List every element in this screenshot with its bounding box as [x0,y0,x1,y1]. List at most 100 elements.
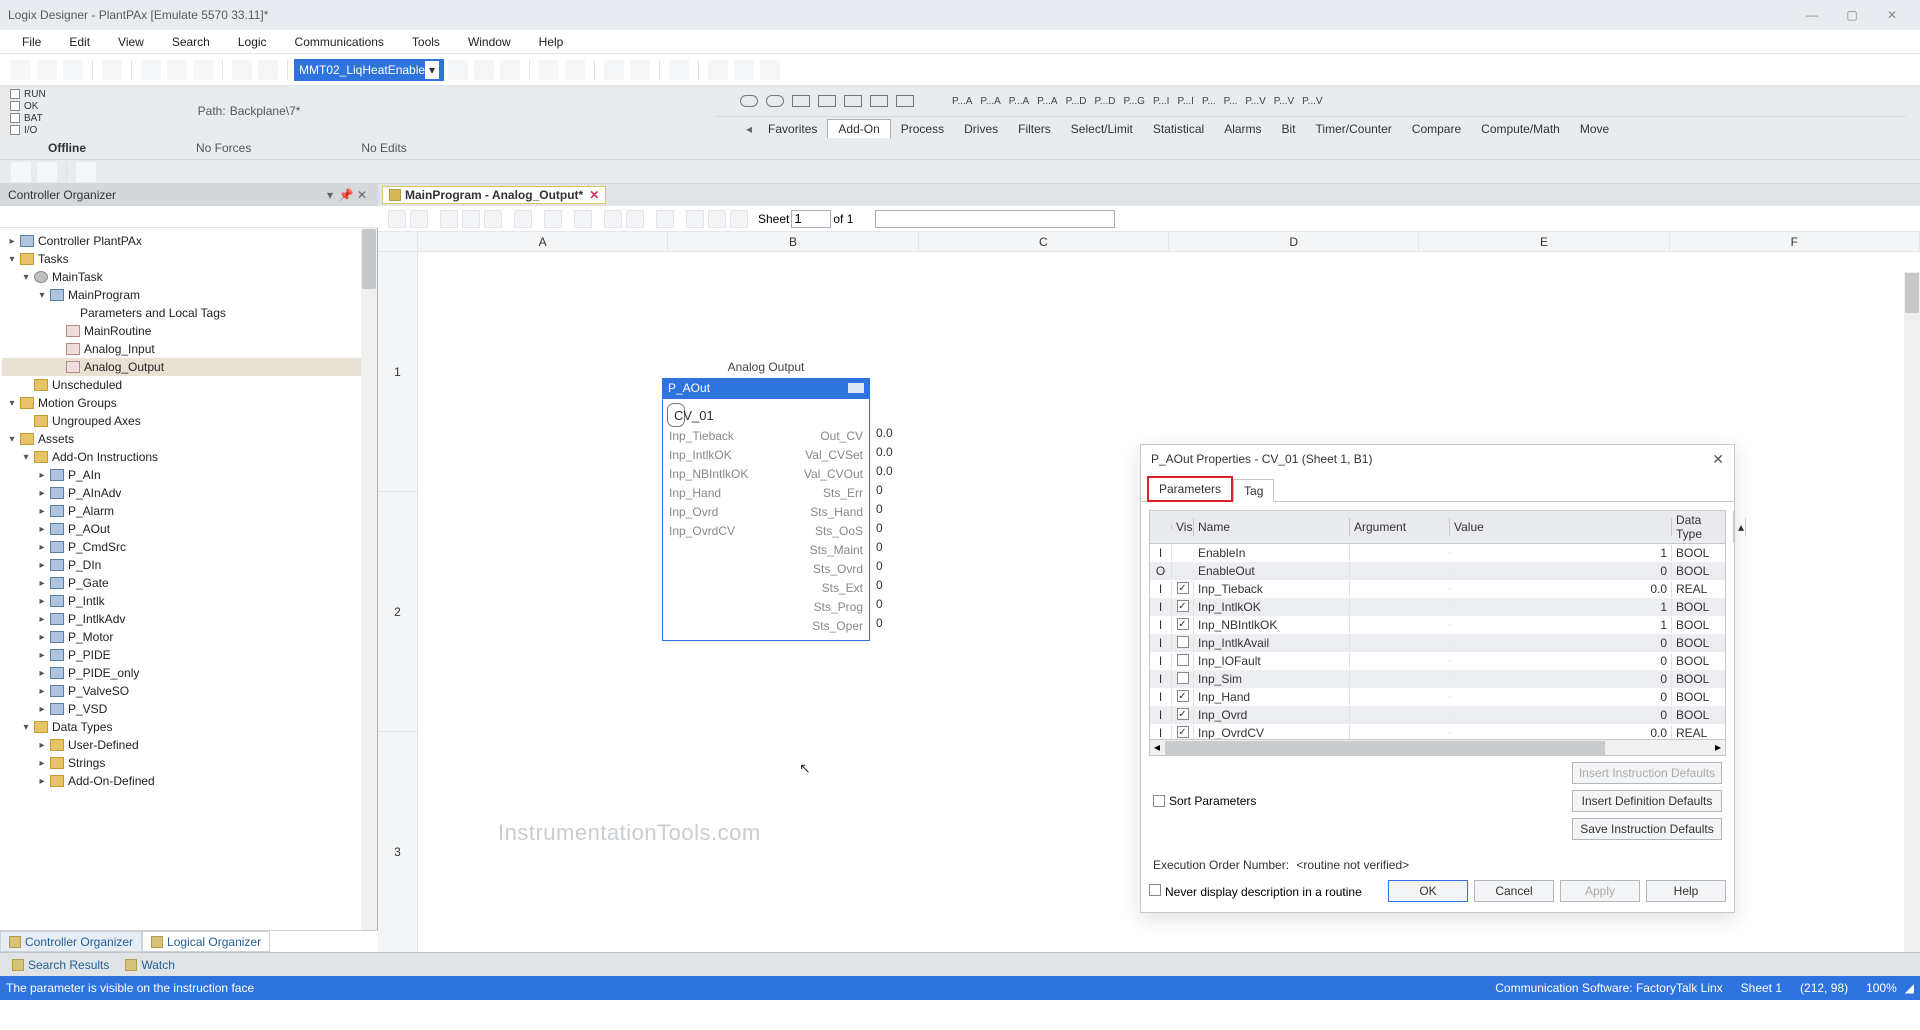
palette-scroll-left[interactable]: ◂ [746,122,752,136]
inst-item[interactable]: P... [1202,96,1216,107]
tag-dropdown[interactable]: MMT02_LiqHeatEnable [294,59,444,81]
organizer-dropdown[interactable]: ▾ [322,188,338,202]
tree-twisty[interactable]: ▸ [36,686,48,697]
tree-item[interactable]: Ungrouped Axes [2,412,375,430]
param-arg[interactable] [1350,696,1450,698]
palette-tab-favorites[interactable]: Favorites [758,120,827,138]
param-row[interactable]: IInp_IntlkAvail0BOOL [1150,634,1725,652]
tree-twisty[interactable]: ▸ [36,560,48,571]
param-val[interactable]: 1 [1450,599,1672,615]
new-icon[interactable] [11,60,31,80]
tree-twisty[interactable]: ▸ [36,632,48,643]
tree-item[interactable]: ▾Add-On Instructions [2,448,375,466]
et8-icon[interactable] [626,210,644,228]
grid-scroll-h[interactable]: ◂▸ [1149,740,1726,756]
param-val[interactable]: 0.0 [1450,725,1672,740]
editor-tab[interactable]: MainProgram - Analog_Output* ✕ [382,186,606,204]
col-val[interactable]: Value [1450,518,1672,536]
inst-item[interactable]: P...A [980,96,1000,107]
tool2-icon[interactable] [500,60,520,80]
inst-item[interactable]: P... [1224,96,1238,107]
tree-item[interactable]: ▸P_IntlkAdv [2,610,375,628]
forces-status[interactable]: No Forces [156,141,251,155]
param-row[interactable]: IInp_Hand0BOOL [1150,688,1725,706]
tree-twisty[interactable]: ▾ [36,290,48,301]
tree-twisty[interactable]: ▸ [36,650,48,661]
go-icon[interactable] [448,60,468,80]
tree-twisty[interactable]: ▸ [36,488,48,499]
col-header[interactable]: D [1169,232,1419,252]
menu-file[interactable]: File [8,33,55,51]
param-arg[interactable] [1350,570,1450,572]
inst-item[interactable]: P...D [1095,96,1116,107]
zoom-in-icon[interactable] [388,210,406,228]
palette-tab-bit[interactable]: Bit [1272,120,1306,138]
col-dt[interactable]: Data Type [1672,511,1734,543]
tree-twisty[interactable]: ▸ [36,470,48,481]
palette-tab-compare[interactable]: Compare [1402,120,1471,138]
palette-tab-addon[interactable]: Add-On [827,119,890,138]
dlg-btn[interactable]: Insert Definition Defaults [1572,790,1722,812]
param-row[interactable]: IEnableIn1BOOL [1150,544,1725,562]
inst-item[interactable]: P...A [1009,96,1029,107]
tree-twisty[interactable]: ▸ [36,668,48,679]
dlg-btn[interactable]: Save Instruction Defaults [1572,818,1722,840]
param-row[interactable]: OEnableOut0BOOL [1150,562,1725,580]
palette-tab-drives[interactable]: Drives [954,120,1008,138]
tree-item[interactable]: ▾MainTask [2,268,375,286]
row-3-header[interactable]: 3 [378,732,418,952]
menu-logic[interactable]: Logic [224,33,281,51]
et7-icon[interactable] [604,210,622,228]
organizer-pin[interactable]: 📌 [338,188,354,202]
tree-twisty[interactable]: ▾ [6,434,18,445]
dlg-tab-parameters[interactable]: Parameters [1147,476,1233,502]
tool10-icon[interactable] [760,60,780,80]
tree-item[interactable]: ▸P_VSD [2,700,375,718]
dlg-tab-tag[interactable]: Tag [1233,479,1274,502]
tool9-icon[interactable] [734,60,754,80]
tree-item[interactable]: ▸P_Gate [2,574,375,592]
bottom-tab[interactable]: Watch [117,956,183,974]
inst-shape-icon[interactable] [792,95,810,107]
vis-checkbox[interactable] [1177,582,1189,594]
col-header[interactable]: F [1670,232,1920,252]
vis-checkbox[interactable] [1177,708,1189,720]
palette-tab-filters[interactable]: Filters [1008,120,1061,138]
tree-item[interactable]: ▸Strings [2,754,375,772]
inst-item[interactable]: P...G [1123,96,1145,107]
palette-tab-alarms[interactable]: Alarms [1214,120,1271,138]
menu-help[interactable]: Help [525,33,578,51]
tree-item[interactable]: ▸P_DIn [2,556,375,574]
tree-item[interactable]: ▸P_Intlk [2,592,375,610]
inst-shape-icon[interactable] [818,95,836,107]
editor-scrollbar[interactable] [1904,272,1920,952]
tree-item[interactable]: ▾Assets [2,430,375,448]
tree-twisty[interactable]: ▸ [36,704,48,715]
ok-button[interactable]: OK [1388,880,1468,902]
grid-scroll-up[interactable]: ▴ [1734,518,1746,536]
help-button[interactable]: Help [1646,880,1726,902]
palette-tab-selectlimit[interactable]: Select/Limit [1061,120,1143,138]
tree-item[interactable]: ▸P_PIDE_only [2,664,375,682]
param-row[interactable]: IInp_OvrdCV0.0REAL [1150,724,1725,740]
param-val[interactable]: 0.0 [1450,581,1672,597]
param-row[interactable]: IInp_IntlkOK1BOOL [1150,598,1725,616]
sb-icon1[interactable] [11,162,31,182]
inst-item[interactable]: P...I [1153,96,1170,107]
fblock-tag[interactable]: CV_01 [667,403,685,427]
tree-item[interactable]: ▾Data Types [2,718,375,736]
vis-checkbox[interactable] [1177,672,1189,684]
tree-item[interactable]: Analog_Output [2,358,375,376]
row-2-header[interactable]: 2 [378,492,418,732]
print-icon[interactable] [102,60,122,80]
param-val[interactable]: 1 [1450,545,1672,561]
param-row[interactable]: IInp_Tieback0.0REAL [1150,580,1725,598]
param-row[interactable]: IInp_IOFault0BOOL [1150,652,1725,670]
inst-shape-icon[interactable] [870,95,888,107]
et6-icon[interactable] [574,210,592,228]
param-arg[interactable] [1350,552,1450,554]
tree-twisty[interactable]: ▸ [36,758,48,769]
et1-icon[interactable] [440,210,458,228]
bottom-tab[interactable]: Search Results [4,956,117,974]
sb-icon3[interactable] [76,162,96,182]
